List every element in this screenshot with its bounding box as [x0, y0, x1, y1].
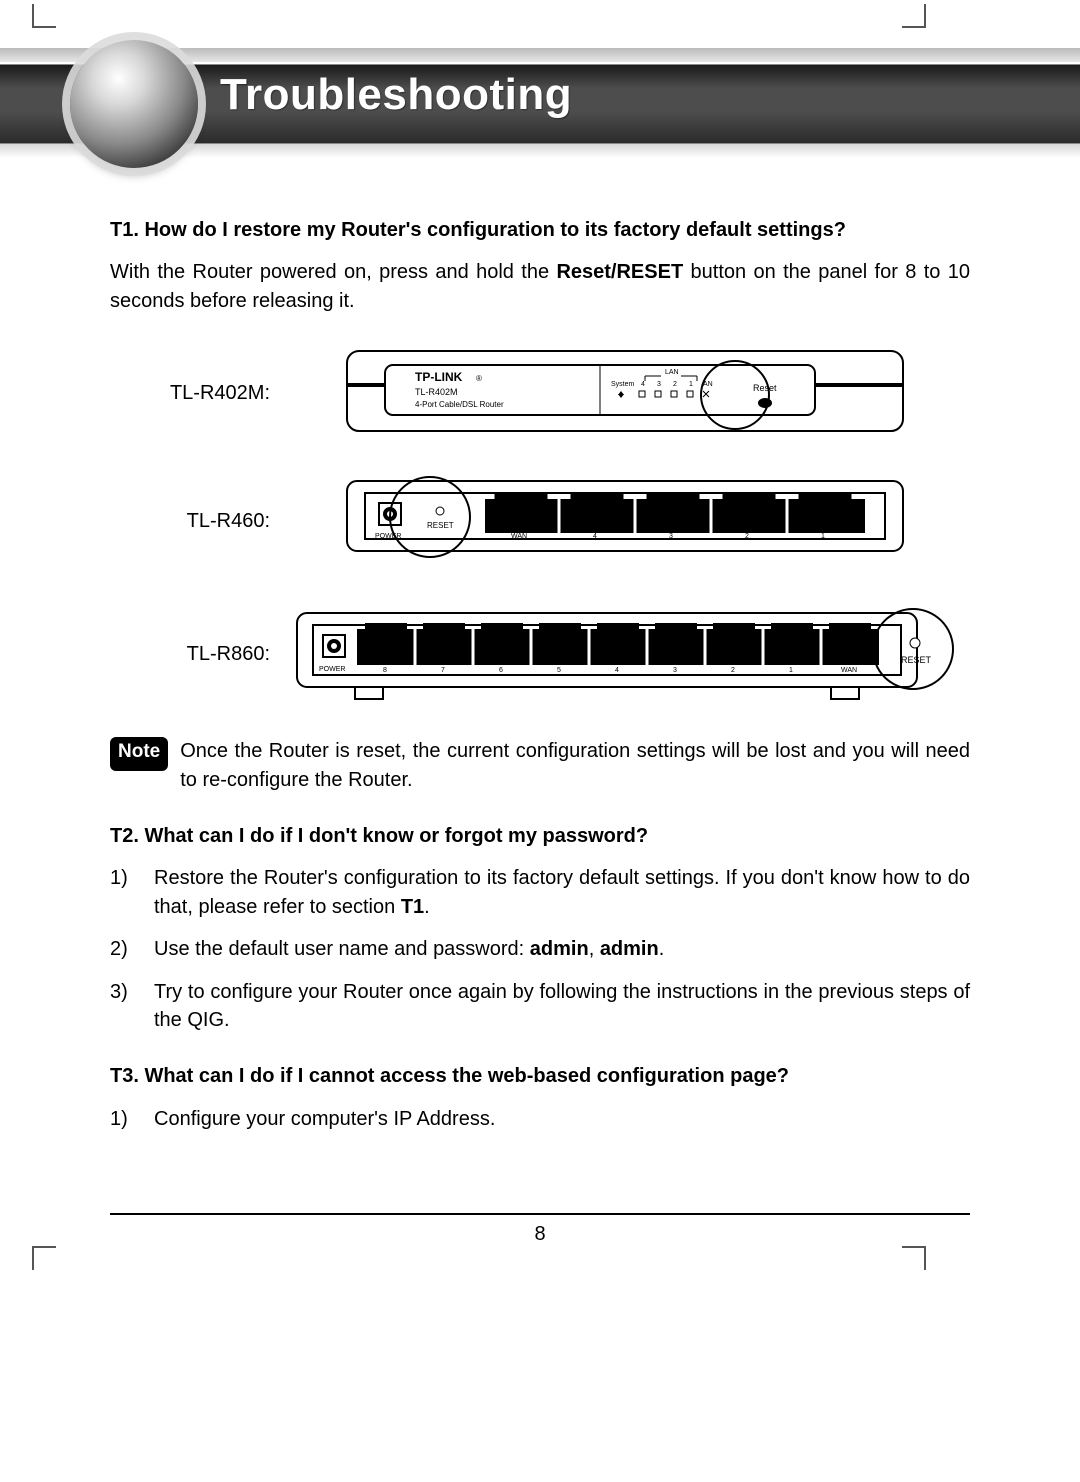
t1-p1-pre: With the Router powered on, press and ho… — [110, 261, 556, 283]
svg-8: 8 — [383, 667, 387, 674]
svg-4c: 4 — [615, 667, 619, 674]
t2-item-3-num: 3) — [110, 978, 154, 1035]
svg-3c: 3 — [673, 667, 677, 674]
svg-6: 6 — [499, 667, 503, 674]
svg-2b: 2 — [745, 533, 749, 540]
t2-item-2-pre: Use the default user name and password: — [154, 938, 530, 960]
t1-paragraph: With the Router powered on, press and ho… — [110, 258, 970, 315]
svg-3: 3 — [657, 381, 661, 388]
svg-system: System — [611, 381, 635, 388]
svg-wan860: WAN — [841, 667, 857, 674]
svg-5: 5 — [557, 667, 561, 674]
svg-power860: POWER — [319, 666, 345, 673]
router-diagrams: TL-R402M: TP-LINK ® TL-R402M 4-Port Cabl… — [110, 343, 970, 709]
svg-lan: LAN — [665, 369, 679, 376]
svg-7: 7 — [441, 667, 445, 674]
header-orb-icon — [70, 40, 198, 168]
note-row: Note Once the Router is reset, the curre… — [110, 737, 970, 794]
t3-list: 1) Configure your computer's IP Address. — [110, 1105, 970, 1133]
t2-item-2-num: 2) — [110, 935, 154, 963]
diagram-svg-r460: POWER RESET — [280, 471, 970, 571]
note-badge: Note — [110, 737, 168, 771]
svg-reset460: RESET — [427, 521, 454, 530]
svg-4: 4 — [641, 381, 645, 388]
svg-2c: 2 — [731, 667, 735, 674]
t2-item-1-bold: T1 — [401, 896, 424, 918]
header-band: Troubleshooting — [0, 46, 1080, 166]
t2-item-1-num: 1) — [110, 864, 154, 921]
note-text: Once the Router is reset, the current co… — [180, 737, 970, 794]
t2-item-3: 3) Try to configure your Router once aga… — [110, 978, 970, 1035]
t3-item-1-num: 1) — [110, 1105, 154, 1133]
svg-desc: 4-Port Cable/DSL Router — [415, 400, 504, 409]
t2-item-1: 1) Restore the Router's configuration to… — [110, 864, 970, 921]
page-title: Troubleshooting — [220, 70, 572, 120]
svg-model: TL-R402M — [415, 387, 458, 397]
diagram-label-r402m: TL-R402M: — [110, 379, 280, 407]
t2-item-3-text: Try to configure your Router once again … — [154, 978, 970, 1035]
t3-item-1: 1) Configure your computer's IP Address. — [110, 1105, 970, 1133]
svg-1c: 1 — [789, 667, 793, 674]
diagram-svg-r402m: TP-LINK ® TL-R402M 4-Port Cable/DSL Rout… — [280, 343, 970, 443]
svg-reset: Reset — [753, 383, 777, 393]
t2-item-2-post: . — [659, 938, 665, 960]
svg-brand: TP-LINK — [415, 370, 463, 384]
svg-4b: 4 — [593, 533, 597, 540]
t2-item-1-pre: Restore the Router's configuration to it… — [154, 867, 970, 917]
svg-text:®: ® — [476, 374, 482, 383]
t2-list: 1) Restore the Router's configuration to… — [110, 864, 970, 1034]
svg-1: 1 — [689, 381, 693, 388]
t3-heading: T3. What can I do if I cannot access the… — [110, 1062, 970, 1090]
diagram-row-r402m: TL-R402M: TP-LINK ® TL-R402M 4-Port Cabl… — [110, 343, 970, 443]
svg-reset860: RESET — [901, 655, 932, 665]
t2-item-2-b2: admin — [600, 938, 659, 960]
t2-heading: T2. What can I do if I don't know or for… — [110, 822, 970, 850]
diagram-label-r860: TL-R860: — [110, 640, 280, 668]
diagram-row-r460: TL-R460: POWER RESET — [110, 471, 970, 571]
t2-item-2-b1: admin — [530, 938, 589, 960]
t2-item-1-post: . — [424, 896, 430, 918]
svg-wan460: WAN — [511, 533, 527, 540]
t2-item-2-sep: , — [589, 938, 600, 960]
svg-1b: 1 — [821, 533, 825, 540]
t3-item-1-text: Configure your computer's IP Address. — [154, 1105, 970, 1133]
t1-heading: T1. How do I restore my Router's configu… — [110, 216, 970, 244]
t2-item-2: 2) Use the default user name and passwor… — [110, 935, 970, 963]
page-number: 8 — [0, 1215, 1080, 1246]
svg-3b: 3 — [669, 533, 673, 540]
crop-marks-bottom — [0, 1246, 1080, 1274]
diagram-label-r460: TL-R460: — [110, 507, 280, 535]
diagram-svg-r860: POWER — [280, 599, 970, 709]
content: T1. How do I restore my Router's configu… — [0, 166, 1080, 1133]
diagram-row-r860: TL-R860: POWER — [110, 599, 970, 709]
t1-p1-bold: Reset/RESET — [556, 261, 683, 283]
crop-marks-top — [0, 0, 1080, 28]
svg-2: 2 — [673, 381, 677, 388]
